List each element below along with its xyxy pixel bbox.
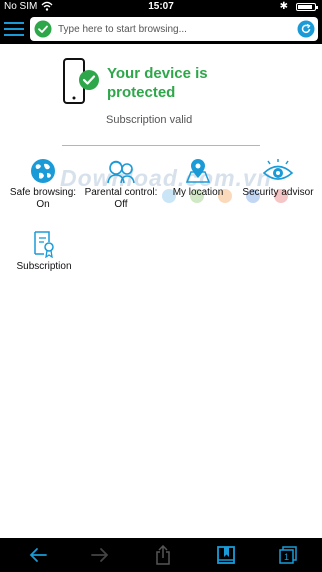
family-icon	[107, 160, 135, 184]
safe-browsing-value: On	[36, 199, 50, 210]
refresh-icon[interactable]	[297, 20, 315, 38]
browser-top-bar	[0, 14, 322, 44]
safe-browsing-button[interactable]: Safe browsing: On	[5, 158, 81, 211]
protected-check-icon[interactable]	[34, 20, 52, 38]
menu-icon[interactable]	[4, 19, 24, 39]
forward-arrow-icon[interactable]	[90, 545, 110, 565]
subscription-status: Subscription valid	[106, 114, 193, 126]
protection-status-title: Your device is protected	[107, 65, 208, 101]
status-bar: No SIM 15:07 ✱	[0, 0, 322, 14]
certificate-icon	[34, 231, 54, 258]
safe-browsing-label: Safe browsing:	[9, 187, 77, 198]
bookmarks-icon[interactable]	[216, 545, 236, 565]
my-location-button[interactable]: My location	[160, 158, 236, 199]
map-pin-icon	[185, 159, 211, 183]
bluetooth-icon: ✱	[279, 1, 288, 12]
my-location-label: My location	[172, 187, 224, 198]
back-arrow-icon[interactable]	[28, 545, 48, 565]
security-advisor-label: Security advisor	[242, 187, 314, 198]
battery-fill	[298, 5, 312, 9]
bottom-toolbar: 1	[0, 538, 322, 572]
divider	[62, 145, 260, 146]
globe-icon	[31, 159, 55, 183]
clock: 15:07	[148, 1, 174, 12]
svg-text:1: 1	[284, 552, 289, 562]
search-input[interactable]	[58, 20, 288, 38]
parental-control-button[interactable]: Parental control: Off	[82, 158, 160, 211]
battery-icon	[296, 3, 318, 11]
subscription-button[interactable]: Subscription	[10, 230, 78, 273]
tabs-icon[interactable]: 1	[278, 545, 298, 565]
address-bar	[30, 17, 318, 41]
subscription-label: Subscription	[16, 261, 72, 272]
share-icon[interactable]	[153, 545, 173, 565]
eye-icon	[262, 159, 294, 180]
security-advisor-button[interactable]: Security advisor	[236, 158, 320, 199]
parental-control-value: Off	[114, 199, 128, 210]
parental-control-label: Parental control:	[84, 187, 158, 198]
phone-protected-icon	[63, 58, 99, 104]
